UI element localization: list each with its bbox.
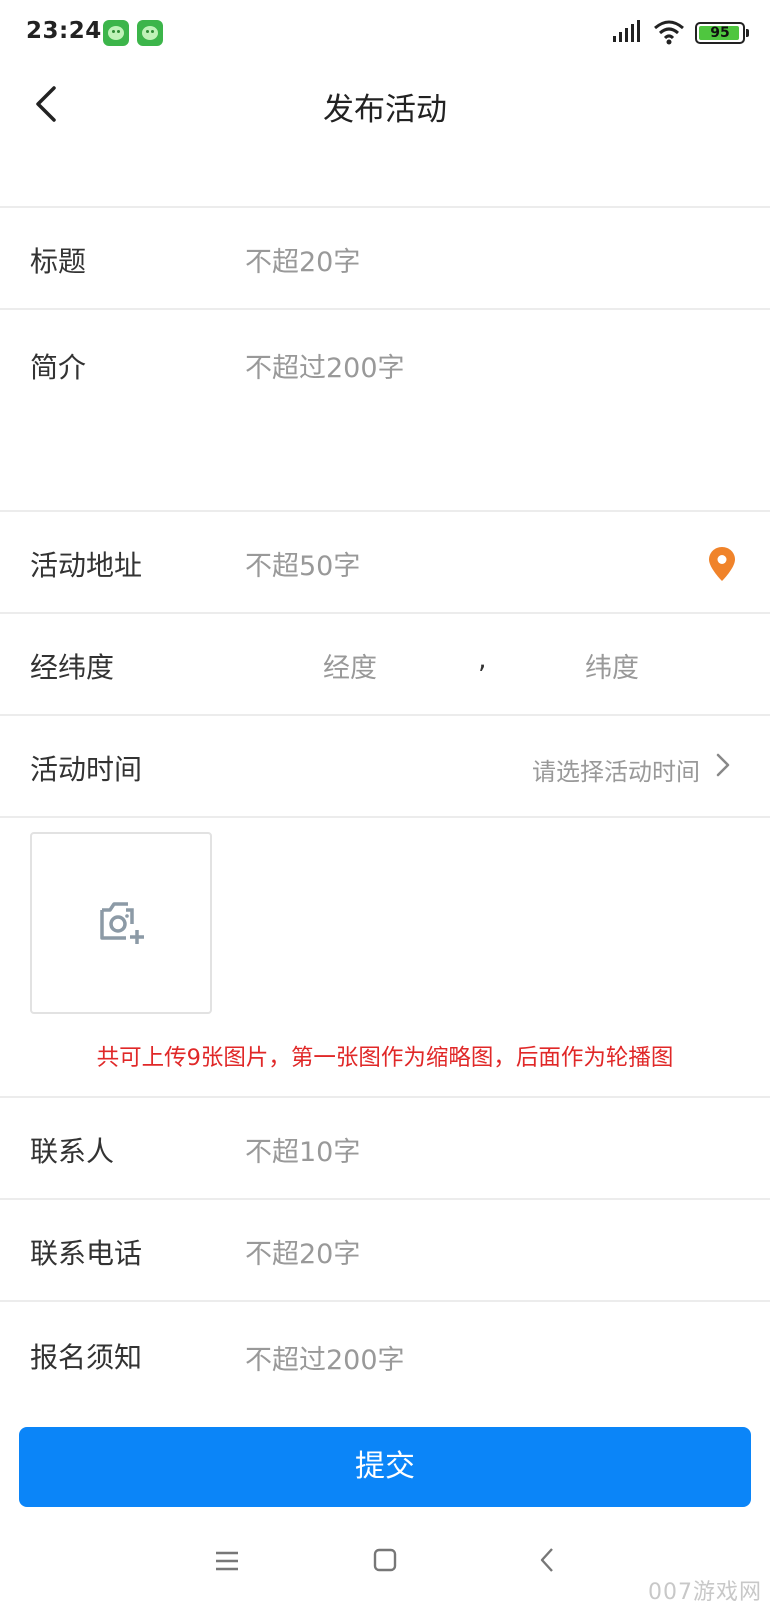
- phone-label: 联系电话: [30, 1237, 143, 1270]
- status-time: 23:24: [26, 18, 102, 44]
- title-label: 标题: [30, 245, 87, 278]
- contact-row: 联系人 不超10字: [0, 1098, 770, 1198]
- app-notification-icon: [137, 20, 163, 46]
- upload-note: 共可上传9张图片，第一张图作为缩略图，后面作为轮播图: [96, 1045, 674, 1071]
- image-upload-button[interactable]: [30, 832, 212, 1014]
- signal-icon: [613, 20, 640, 42]
- battery-icon: 95: [695, 22, 749, 44]
- time-label: 活动时间: [30, 753, 143, 786]
- home-icon[interactable]: [373, 1548, 397, 1572]
- longitude-input[interactable]: 经度: [323, 646, 377, 685]
- chevron-right-icon: [716, 753, 730, 777]
- title-row: 标题 不超20字: [0, 208, 770, 308]
- watermark: 007游戏网: [648, 1580, 762, 1605]
- intro-label: 简介: [30, 351, 87, 384]
- address-row: 活动地址 不超50字: [0, 512, 770, 612]
- app-notification-icon: [103, 20, 129, 46]
- latitude-input[interactable]: 纬度: [585, 646, 639, 685]
- phone-input[interactable]: 不超20字: [245, 1232, 360, 1271]
- coordinates-label: 经纬度: [30, 651, 115, 684]
- coordinates-separator: ,: [478, 644, 487, 675]
- camera-add-icon: [100, 902, 144, 944]
- notice-row: 报名须知 不超过200字: [0, 1302, 770, 1412]
- battery-level: 95: [710, 25, 730, 41]
- title-input[interactable]: 不超20字: [245, 240, 360, 279]
- phone-row: 联系电话 不超20字: [0, 1200, 770, 1300]
- address-label: 活动地址: [30, 549, 143, 582]
- coordinates-row: 经纬度 经度 , 纬度: [0, 614, 770, 714]
- notice-textarea[interactable]: 不超过200字: [245, 1338, 405, 1377]
- divider: [0, 816, 770, 818]
- submit-button[interactable]: 提交: [19, 1427, 751, 1507]
- menu-icon[interactable]: [214, 1550, 240, 1572]
- back-nav-icon[interactable]: [538, 1547, 556, 1573]
- contact-input[interactable]: 不超10字: [245, 1130, 360, 1169]
- page-title: 发布活动: [323, 92, 447, 128]
- contact-label: 联系人: [30, 1135, 115, 1168]
- location-pin-icon[interactable]: [708, 546, 736, 582]
- intro-textarea[interactable]: 不超过200字: [245, 346, 405, 385]
- address-input[interactable]: 不超50字: [245, 544, 360, 583]
- time-picker-row[interactable]: 活动时间 请选择活动时间: [0, 716, 770, 816]
- wifi-icon: [654, 20, 684, 45]
- status-bar: 23:24 95: [0, 0, 770, 64]
- app-header: 发布活动: [0, 64, 770, 144]
- intro-row: 简介 不超过200字: [0, 310, 770, 510]
- notice-label: 报名须知: [30, 1341, 143, 1374]
- time-hint: 请选择活动时间: [532, 758, 700, 786]
